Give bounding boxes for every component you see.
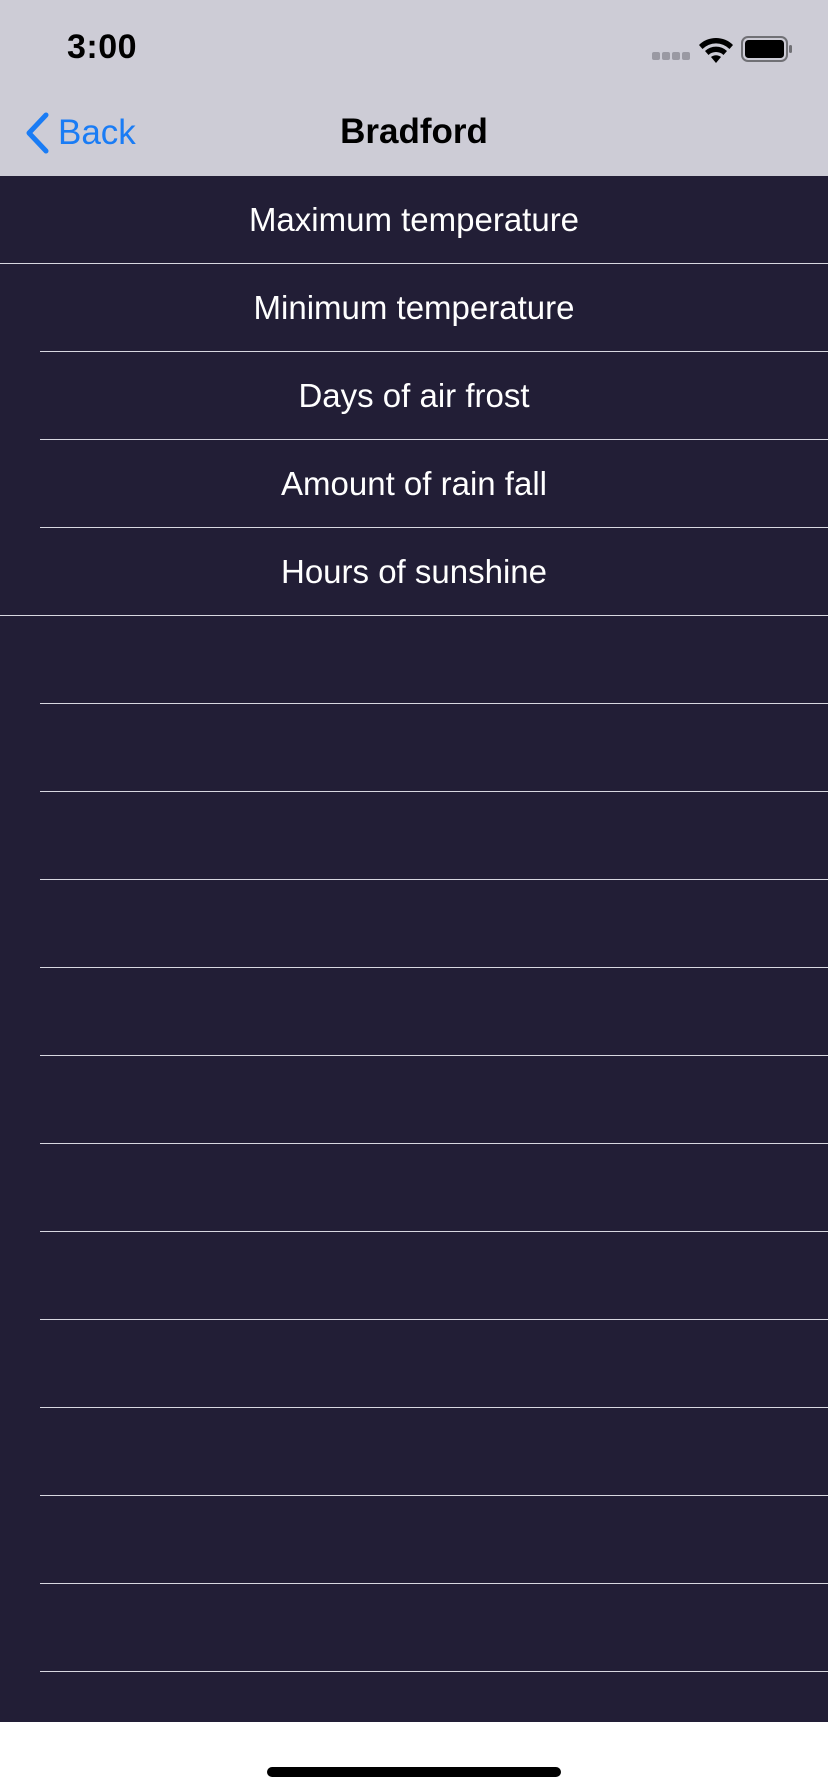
status-time: 3:00 bbox=[67, 28, 138, 66]
empty-row bbox=[0, 1144, 828, 1232]
empty-row bbox=[0, 792, 828, 880]
empty-row bbox=[0, 704, 828, 792]
metric-list: Maximum temperature Minimum temperature … bbox=[0, 176, 828, 1722]
empty-row bbox=[0, 880, 828, 968]
cellular-signal-icon bbox=[652, 52, 692, 62]
status-bar: 3:00 bbox=[0, 0, 828, 100]
list-item-hours-of-sunshine[interactable]: Hours of sunshine bbox=[0, 528, 828, 616]
list-item-label: Hours of sunshine bbox=[281, 553, 547, 590]
empty-row bbox=[0, 968, 828, 1056]
empty-row bbox=[0, 1056, 828, 1144]
list-item-minimum-temperature[interactable]: Minimum temperature bbox=[0, 264, 828, 352]
empty-row bbox=[0, 1584, 828, 1672]
list-item-days-of-air-frost[interactable]: Days of air frost bbox=[0, 352, 828, 440]
list-item-label: Days of air frost bbox=[298, 377, 530, 414]
list-item-amount-of-rain-fall[interactable]: Amount of rain fall bbox=[0, 440, 828, 528]
navigation-bar: Back Bradford bbox=[0, 100, 828, 176]
battery-icon bbox=[741, 36, 792, 62]
wifi-icon bbox=[699, 37, 733, 63]
empty-row bbox=[0, 1408, 828, 1496]
empty-row bbox=[0, 1496, 828, 1584]
home-indicator[interactable] bbox=[267, 1767, 561, 1777]
page-title: Bradford bbox=[340, 112, 488, 151]
empty-row bbox=[0, 1320, 828, 1408]
home-indicator-area bbox=[0, 1722, 828, 1792]
list-item-maximum-temperature[interactable]: Maximum temperature bbox=[0, 176, 828, 264]
list-item-label: Amount of rain fall bbox=[281, 465, 547, 502]
empty-row bbox=[0, 1232, 828, 1320]
list-item-label: Minimum temperature bbox=[253, 289, 575, 326]
list-item-label: Maximum temperature bbox=[248, 201, 580, 238]
empty-row bbox=[0, 616, 828, 704]
